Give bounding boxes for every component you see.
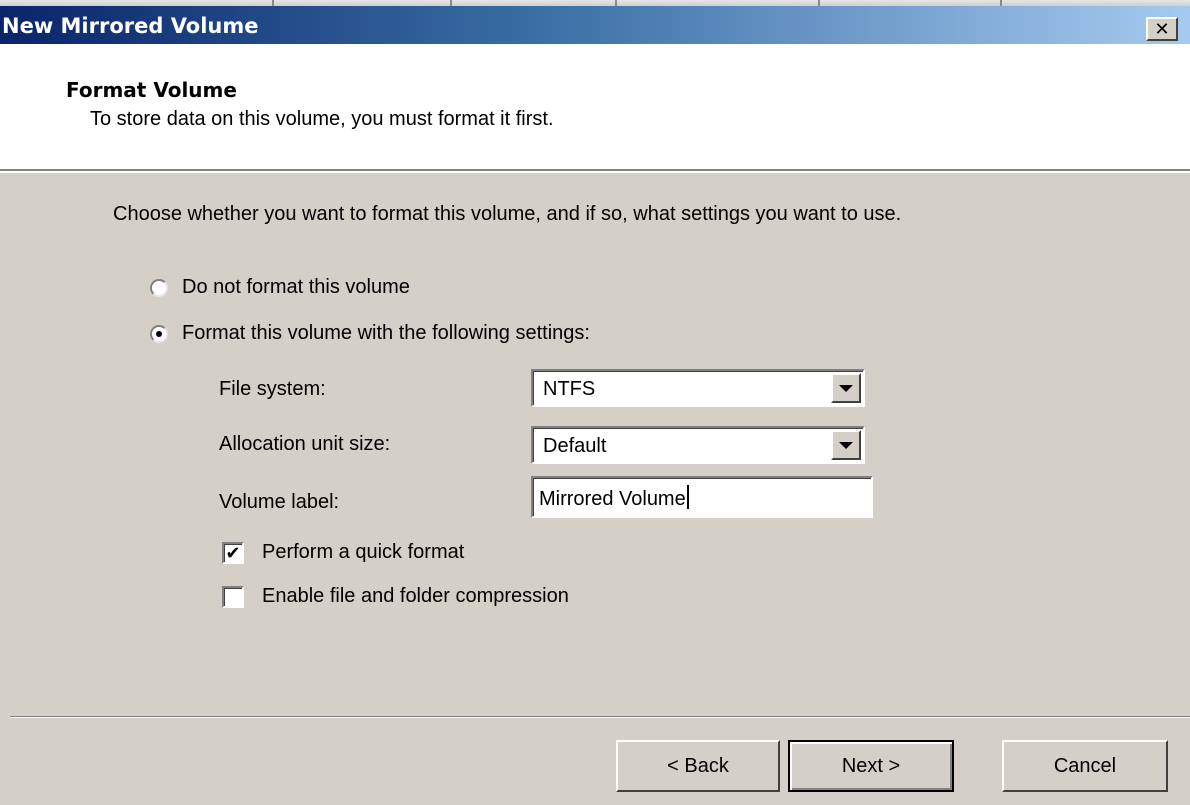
allocation-unit-label: Allocation unit size: — [219, 433, 391, 455]
window-title: New Mirrored Volume — [2, 14, 259, 38]
wizard-window: New Mirrored Volume ✕ Format Volume To s… — [0, 0, 1190, 805]
quick-format-checkbox[interactable]: ✔ — [222, 541, 244, 564]
close-button[interactable]: ✕ — [1146, 17, 1178, 41]
instruction-text: Choose whether you want to format this v… — [113, 203, 902, 225]
radio-button-selected[interactable] — [150, 324, 168, 343]
volume-label-label: Volume label: — [219, 491, 340, 513]
quick-format-label: Perform a quick format — [262, 541, 465, 563]
next-button[interactable]: Next > — [788, 740, 954, 792]
page-subtitle: To store data on this volume, you must f… — [90, 108, 554, 130]
compression-checkbox-row[interactable]: Enable file and folder compression — [222, 585, 569, 608]
volume-label-input[interactable]: Mirrored Volume — [531, 476, 873, 518]
volume-label-value: Mirrored Volume — [539, 485, 689, 511]
chevron-down-icon — [839, 384, 853, 392]
allocation-unit-select[interactable]: Default — [531, 426, 865, 464]
radio-label-format: Format this volume with the following se… — [182, 322, 590, 344]
radio-label-do-not-format: Do not format this volume — [182, 276, 410, 298]
header-divider — [0, 171, 1190, 173]
file-system-value: NTFS — [543, 378, 596, 400]
radio-do-not-format[interactable]: Do not format this volume — [150, 276, 410, 299]
back-button[interactable]: < Back — [616, 740, 780, 792]
allocation-unit-value: Default — [543, 435, 607, 457]
radio-format-with-settings[interactable]: Format this volume with the following se… — [150, 322, 590, 345]
footer-divider — [10, 716, 1190, 718]
page-title: Format Volume — [66, 78, 237, 102]
radio-button-unselected[interactable] — [150, 278, 168, 297]
file-system-dropdown-button[interactable] — [831, 373, 861, 403]
quick-format-checkbox-row[interactable]: ✔ Perform a quick format — [222, 541, 464, 564]
file-system-label: File system: — [219, 378, 326, 400]
wizard-header: Format Volume To store data on this volu… — [0, 44, 1190, 171]
close-icon: ✕ — [1154, 18, 1170, 40]
cancel-button[interactable]: Cancel — [1002, 740, 1168, 792]
radio-dot-icon — [156, 330, 162, 337]
allocation-unit-dropdown-button[interactable] — [831, 430, 861, 460]
checkmark-icon: ✔ — [225, 542, 241, 563]
chevron-down-icon — [839, 441, 853, 449]
compression-label: Enable file and folder compression — [262, 585, 569, 607]
compression-checkbox[interactable] — [222, 585, 244, 608]
file-system-select[interactable]: NTFS — [531, 369, 865, 407]
title-bar[interactable]: New Mirrored Volume ✕ — [0, 6, 1190, 44]
text-caret — [686, 485, 689, 509]
